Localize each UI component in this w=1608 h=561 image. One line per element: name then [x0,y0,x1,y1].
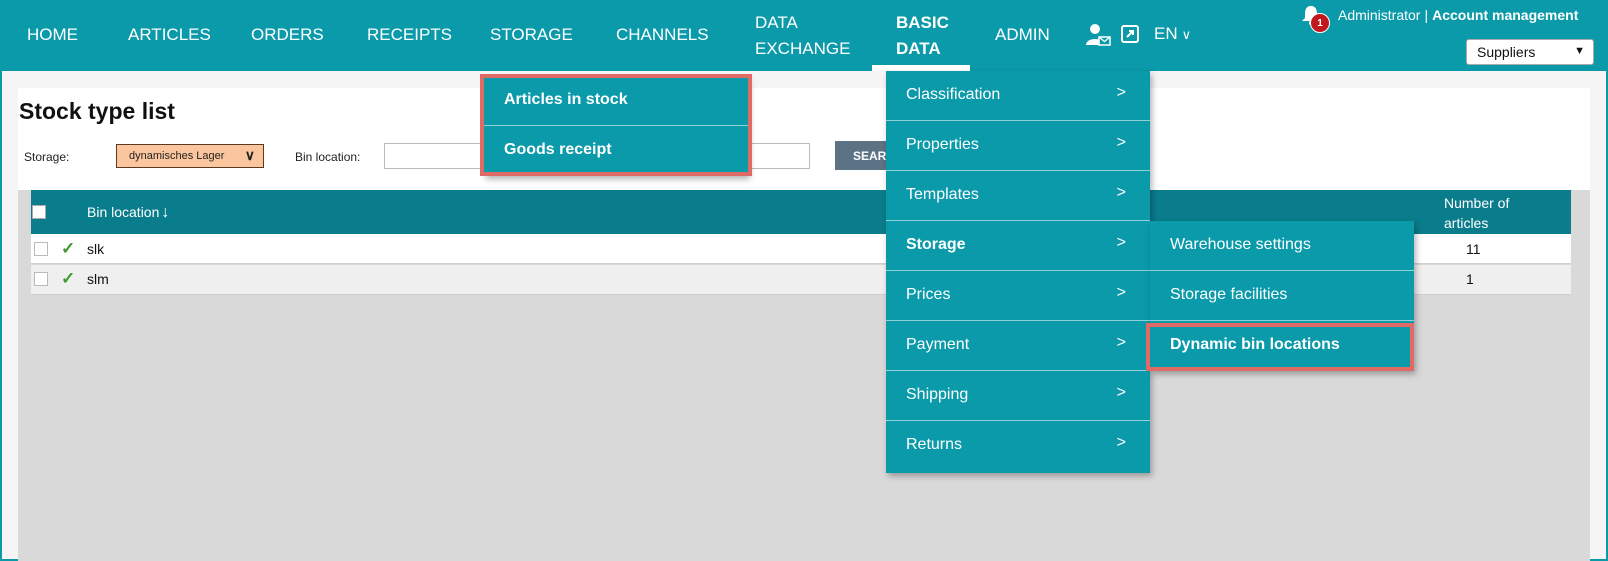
menu-item-storage-facilities[interactable]: Storage facilities [1150,271,1414,321]
menu-item-label: Storage [906,236,966,253]
user-info: Administrator | Account management [1338,7,1578,23]
menu-item-returns[interactable]: Returns > [886,421,1150,471]
menu-item-templates[interactable]: Templates > [886,171,1150,221]
chevron-right-icon: > [1116,334,1126,351]
menu-item-label: Warehouse settings [1170,236,1311,253]
caret-down-icon: ▼ [1574,45,1585,57]
menu-item-storage[interactable]: Storage > [886,221,1150,271]
row-article-count: 11 [1466,241,1481,257]
row-bin-location: slm [87,271,109,287]
chevron-right-icon: > [1116,384,1126,401]
language-selector[interactable]: EN ∨ [1154,24,1191,44]
menu-item-label: Classification [906,86,1001,103]
highlight-frame [1146,323,1414,371]
menu-item-label: Templates [906,186,979,203]
nav-data-exchange-line1: DATA [755,13,798,32]
sort-arrow-down-icon: ↓ [161,204,170,221]
chevron-down-icon: ∨ [244,147,255,163]
bin-location-label: Bin location: [295,150,361,164]
column-header-number-line2: articles [1444,215,1489,231]
nav-articles[interactable]: ARTICLES [128,24,211,46]
user-name: Administrator [1338,7,1421,23]
menu-item-warehouse-settings[interactable]: Warehouse settings [1150,221,1414,271]
chevron-right-icon: > [1116,184,1126,201]
menu-item-payment[interactable]: Payment > [886,321,1150,371]
nav-basic-data-line2: DATA [896,39,941,58]
highlight-frame [480,74,752,176]
chevron-right-icon: > [1116,134,1126,151]
notification-badge: 1 [1310,13,1330,33]
storage-select-value: dynamisches Lager [129,150,225,162]
chevron-right-icon: > [1116,284,1126,301]
storage-label: Storage: [24,150,70,164]
row-checkbox[interactable] [34,272,48,286]
nav-basic-data-line1: BASIC [896,13,949,32]
menu-item-label: Properties [906,136,979,153]
row-article-count: 1 [1466,271,1474,287]
nav-data-exchange-line2: EXCHANGE [755,39,851,58]
chevron-right-icon: > [1116,434,1126,451]
chevron-right-icon: > [1116,84,1126,101]
context-select-value: Suppliers [1477,44,1536,60]
page-title: Stock type list [19,98,175,124]
menu-item-properties[interactable]: Properties > [886,121,1150,171]
check-icon: ✓ [61,239,76,258]
menu-item-label: Prices [906,286,951,303]
row-bin-location: slk [87,241,105,257]
menu-item-shipping[interactable]: Shipping > [886,371,1150,421]
column-header-number-line1: Number of [1444,195,1510,211]
nav-data-exchange[interactable]: DATA EXCHANGE [755,10,850,62]
chevron-down-icon: ∨ [1181,27,1192,42]
external-link-icon[interactable] [1120,24,1140,44]
nav-receipts[interactable]: RECEIPTS [367,24,452,46]
nav-storage[interactable]: STORAGE [490,24,573,46]
account-management-link[interactable]: Account management [1432,7,1578,23]
top-navigation: HOME ARTICLES ORDERS RECEIPTS STORAGE CH… [0,0,1608,71]
basic-data-dropdown-menu: Classification > Properties > Templates … [886,71,1150,473]
user-separator: | [1424,7,1429,23]
user-mail-icon[interactable] [1085,22,1111,48]
menu-item-prices[interactable]: Prices > [886,271,1150,321]
column-header-bin-location-label: Bin location [87,204,160,220]
menu-item-label: Shipping [906,386,969,403]
menu-item-classification[interactable]: Classification > [886,71,1150,121]
nav-admin[interactable]: ADMIN [995,24,1050,46]
column-header-number-of-articles[interactable]: Number of articles [1444,193,1509,233]
nav-orders[interactable]: ORDERS [251,24,324,46]
language-label: EN [1154,24,1178,43]
menu-item-label: Storage facilities [1170,286,1288,303]
chevron-right-icon: > [1116,234,1126,251]
check-icon: ✓ [61,269,76,288]
column-header-bin-location[interactable]: Bin location ↓ [87,204,169,222]
row-checkbox[interactable] [34,242,48,256]
menu-item-label: Returns [906,436,963,453]
nav-channels[interactable]: CHANNELS [616,24,709,46]
storage-select[interactable]: dynamisches Lager ∨ [116,144,264,168]
menu-item-label: Payment [906,336,970,353]
nav-home[interactable]: HOME [27,24,78,46]
nav-basic-data[interactable]: BASIC DATA [896,10,949,62]
select-all-checkbox[interactable] [32,205,46,219]
context-select[interactable]: Suppliers ▼ [1466,39,1594,65]
